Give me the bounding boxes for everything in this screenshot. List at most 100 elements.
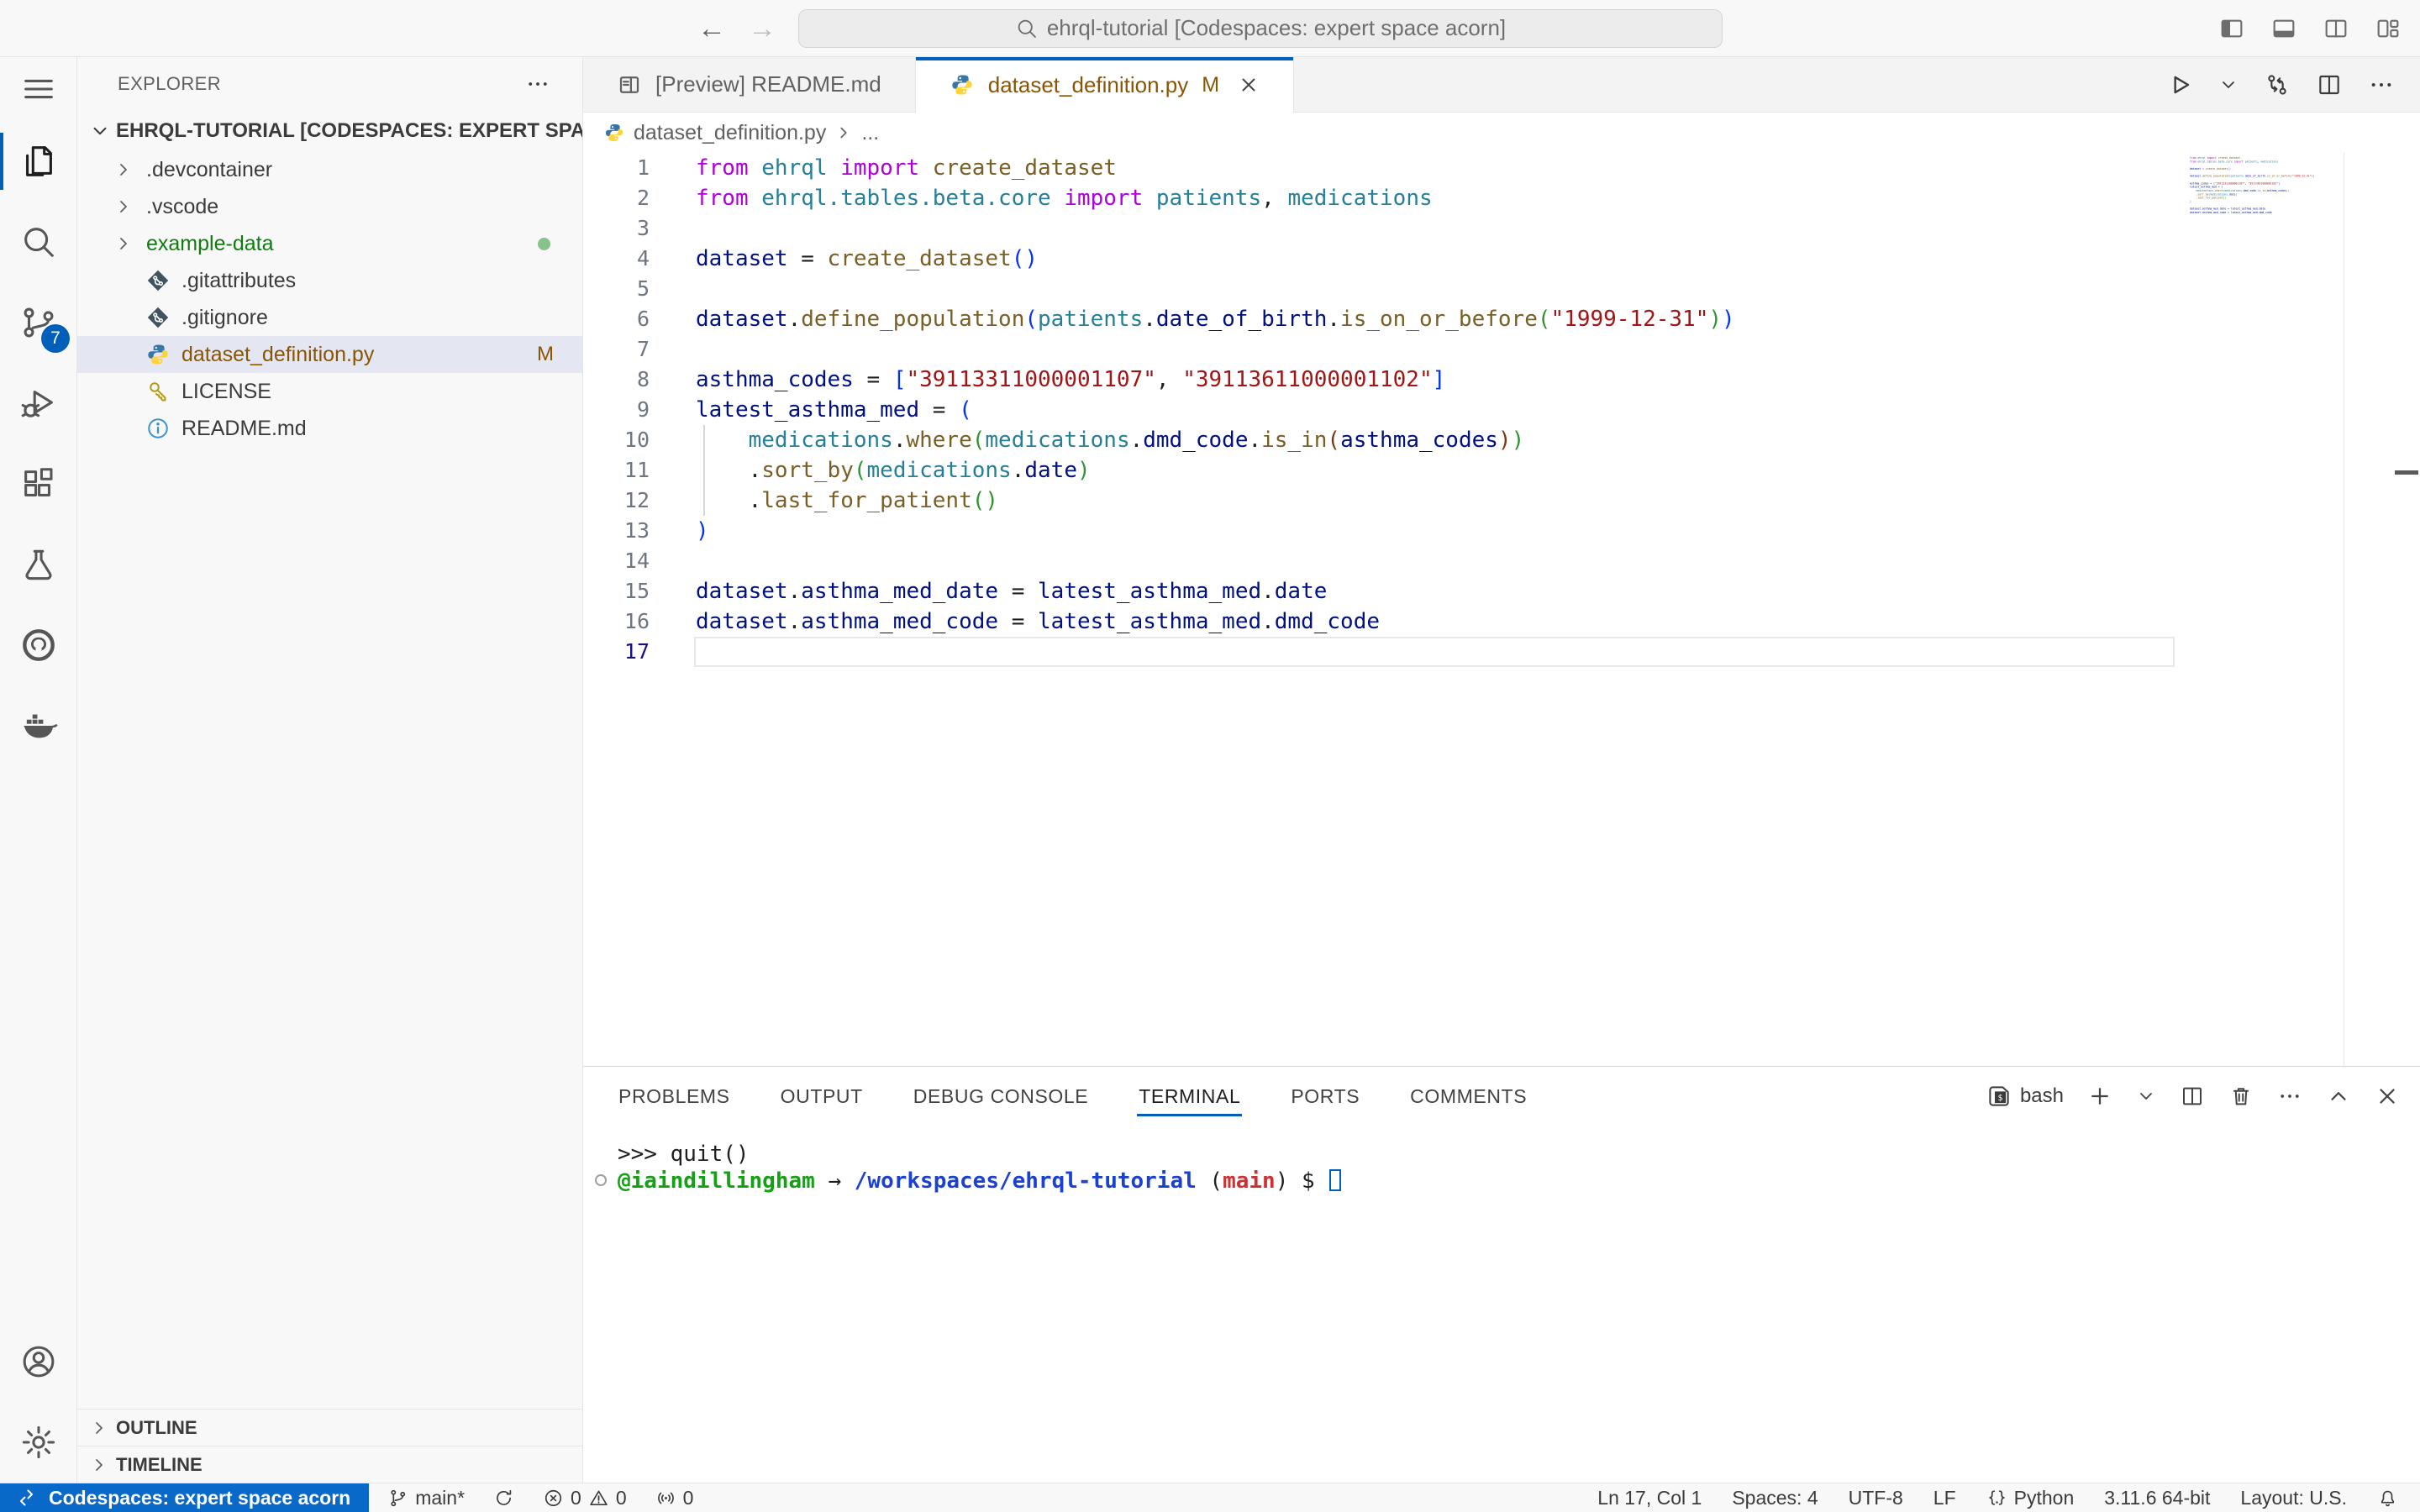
editor-more-actions-button[interactable] (2368, 71, 2395, 98)
terminal-shell-selector[interactable]: $bash (1986, 1084, 2064, 1109)
panel-tab-comments[interactable]: COMMENTS (1408, 1074, 1528, 1120)
minimap[interactable]: 1from ehrql import create_dataset2from e… (2190, 156, 2316, 408)
search-icon (19, 223, 58, 261)
editor-tab--preview-readme-md[interactable]: [Preview] README.md (583, 57, 916, 112)
breadcrumb[interactable]: dataset_definition.py... (583, 113, 2420, 153)
eol-status[interactable]: LF (1933, 1487, 1956, 1509)
status-label: 0 (616, 1487, 627, 1509)
code-line-15[interactable]: 15dataset.asthma_med_date = latest_asthm… (583, 576, 2420, 606)
panel-tab-debug-console[interactable]: DEBUG CONSOLE (912, 1074, 1090, 1120)
editor-tab-dataset-definition-py[interactable]: dataset_definition.pyM (916, 57, 1294, 113)
tab-close-button[interactable] (1238, 74, 1260, 96)
code-line-12[interactable]: 12 .last_for_patient() (583, 486, 2420, 516)
run-python-file-button[interactable] (2166, 71, 2193, 98)
command-center[interactable]: ehrql-tutorial [Codespaces: expert space… (798, 9, 1723, 48)
explorer-view[interactable] (0, 121, 76, 202)
line-number: 14 (583, 546, 650, 576)
panel-tab-output[interactable]: OUTPUT (779, 1074, 865, 1120)
code-line-17[interactable]: 17 (583, 637, 2420, 667)
toggle-sidebar-button[interactable] (2218, 15, 2245, 42)
back-button[interactable]: ← (697, 14, 726, 43)
code-line-1[interactable]: 1from ehrql import create_dataset (583, 153, 2420, 183)
sidebar-section-timeline[interactable]: TIMELINE (77, 1446, 582, 1483)
source-control-view[interactable]: 7 (0, 282, 76, 363)
broadcast-icon (655, 1488, 676, 1509)
accounts-button[interactable] (0, 1321, 76, 1402)
maximize-panel-button[interactable] (2326, 1084, 2351, 1109)
modified-badge: M (537, 343, 554, 366)
search-view[interactable] (0, 202, 76, 282)
open-changes-button[interactable] (2264, 71, 2291, 98)
file-tree-item--devcontainer[interactable]: .devcontainer (77, 151, 582, 188)
code-line-6[interactable]: 6dataset.define_population(patients.date… (583, 304, 2420, 334)
interpreter-status[interactable]: 3.11.6 64-bit (2104, 1487, 2210, 1509)
file-tree-item-example-data[interactable]: example-data (77, 225, 582, 262)
settings-button[interactable] (0, 1402, 76, 1483)
github-view[interactable] (0, 605, 76, 685)
run-debug-view[interactable] (0, 363, 76, 444)
file-tree-item-license[interactable]: LICENSE (77, 373, 582, 410)
tab-label: dataset_definition.py (988, 72, 1189, 98)
split-editor-button[interactable] (2316, 71, 2343, 98)
line-number: 17 (583, 637, 650, 667)
panel-more-actions-button[interactable] (2277, 1084, 2302, 1109)
panel-tab-problems[interactable]: PROBLEMS (617, 1074, 732, 1120)
ports-status[interactable]: 0 (655, 1487, 694, 1509)
cursor-position-status[interactable]: Ln 17, Col 1 (1597, 1487, 1702, 1509)
terminal-dropdown-button[interactable] (2136, 1086, 2156, 1106)
close-panel-button[interactable] (2375, 1084, 2400, 1109)
file-tree-item-readme-md[interactable]: README.md (77, 410, 582, 447)
testing-view[interactable] (0, 524, 76, 605)
code-line-16[interactable]: 16dataset.asthma_med_code = latest_asthm… (583, 606, 2420, 637)
breadcrumb-file[interactable]: dataset_definition.py (634, 121, 826, 145)
branch-status[interactable]: main* (387, 1487, 465, 1509)
workspace-folder-label: EHRQL-TUTORIAL [CODESPACES: EXPERT SPA..… (116, 119, 582, 143)
toggle-panel-button[interactable] (2270, 15, 2297, 42)
kill-terminal-button[interactable] (2228, 1084, 2254, 1109)
code-line-11[interactable]: 11 .sort_by(medications.date) (583, 455, 2420, 486)
problems-status[interactable]: 00 (543, 1487, 627, 1509)
code-line-4[interactable]: 4dataset = create_dataset() (583, 244, 2420, 274)
line-number: 12 (583, 486, 650, 516)
language-mode-status[interactable]: Python (1986, 1487, 2075, 1509)
encoding-status[interactable]: UTF-8 (1849, 1487, 1903, 1509)
remote-indicator[interactable]: Codespaces: expert space acorn (0, 1483, 369, 1512)
toggle-secondary-sidebar-button[interactable] (2323, 15, 2349, 42)
indentation-status[interactable]: Spaces: 4 (1732, 1487, 1818, 1509)
code-line-9[interactable]: 9latest_asthma_med = ( (583, 395, 2420, 425)
sidebar-section-outline[interactable]: OUTLINE (77, 1409, 582, 1446)
sync-status[interactable] (493, 1488, 514, 1509)
code-line-14[interactable]: 14 (583, 546, 2420, 576)
new-terminal-button[interactable] (2087, 1084, 2112, 1109)
code-line-13[interactable]: 13) (583, 516, 2420, 546)
code-editor[interactable]: 1from ehrql import create_dataset2from e… (583, 153, 2420, 1066)
code-line-3[interactable]: 3 (583, 213, 2420, 244)
run-dropdown-button[interactable] (2218, 75, 2238, 95)
terminal[interactable]: >>> quit()@iaindillingham → /workspaces/… (583, 1126, 2420, 1483)
code-line-7[interactable]: 7 (583, 334, 2420, 365)
docker-view[interactable] (0, 685, 76, 766)
file-tree-item--gitignore[interactable]: .gitignore (77, 299, 582, 336)
file-tree-item--vscode[interactable]: .vscode (77, 188, 582, 225)
line-number: 7 (583, 334, 650, 365)
panel-tab-terminal[interactable]: TERMINAL (1137, 1074, 1242, 1120)
keyboard-layout-status[interactable]: Layout: U.S. (2240, 1487, 2347, 1509)
file-tree-item--gitattributes[interactable]: .gitattributes (77, 262, 582, 299)
code-line-5[interactable]: 5 (583, 274, 2420, 304)
breadcrumb-symbol[interactable]: ... (861, 121, 879, 145)
menu-button[interactable] (0, 57, 76, 121)
extensions-view[interactable] (0, 444, 76, 524)
code-line-2[interactable]: 2from ehrql.tables.beta.core import pati… (583, 183, 2420, 213)
forward-button[interactable]: → (748, 14, 776, 43)
code-line-8[interactable]: 8asthma_codes = ["39113311000001107", "3… (583, 365, 2420, 395)
panel-tab-ports[interactable]: PORTS (1289, 1074, 1361, 1120)
explorer-more-actions-button[interactable] (525, 71, 550, 97)
notifications-button[interactable] (2377, 1488, 2398, 1509)
code-line-10[interactable]: 10 medications.where(medications.dmd_cod… (583, 425, 2420, 455)
file-tree-item-dataset-definition-py[interactable]: dataset_definition.pyM (77, 336, 582, 373)
command-decoration[interactable] (595, 1174, 607, 1186)
workspace-folder-header[interactable]: EHRQL-TUTORIAL [CODESPACES: EXPERT SPA..… (77, 111, 582, 151)
customize-layout-button[interactable] (2375, 15, 2402, 42)
split-terminal-button[interactable] (2180, 1084, 2205, 1109)
line-number: 3 (583, 213, 650, 244)
